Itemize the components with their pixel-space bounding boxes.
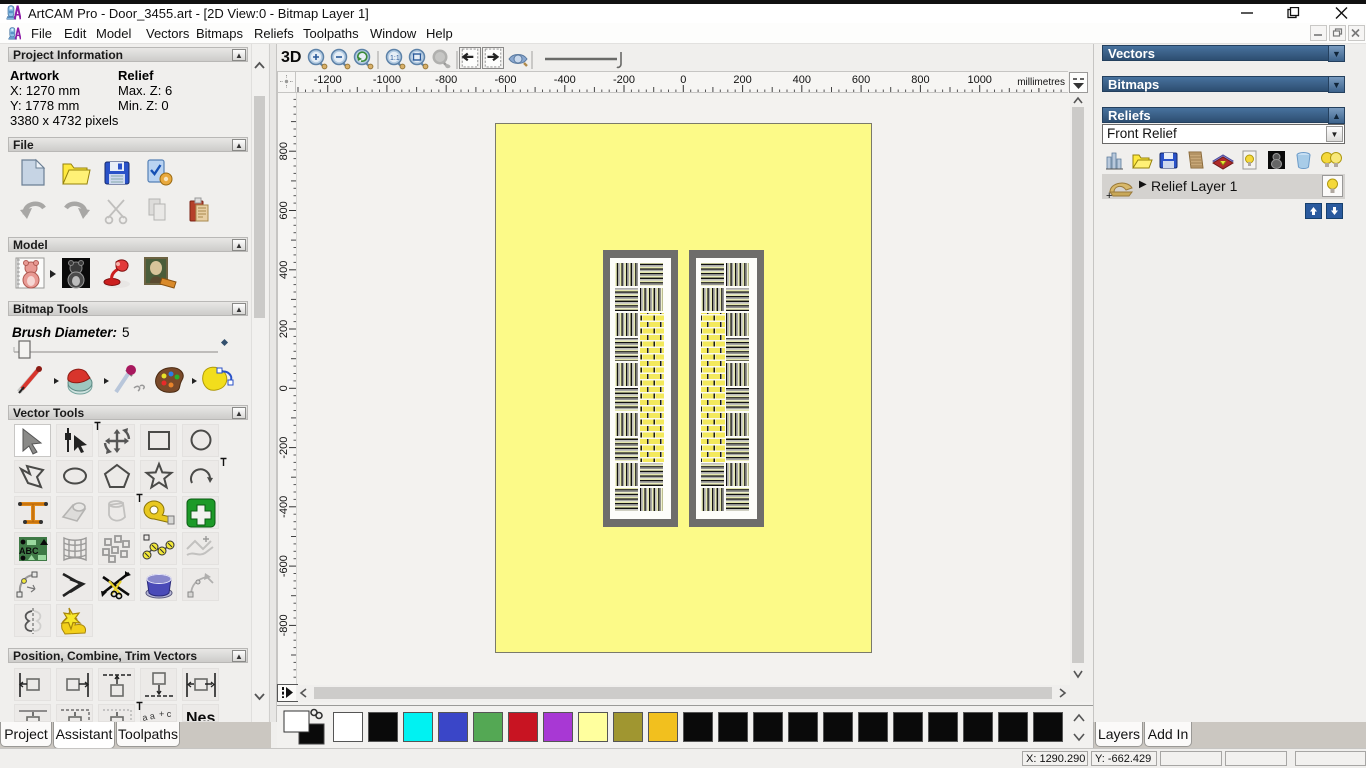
- svg-text:millimetres: millimetres: [1017, 77, 1065, 88]
- svg-text:800: 800: [911, 74, 929, 86]
- svg-text:0: 0: [278, 385, 290, 391]
- svg-text:600: 600: [278, 201, 290, 219]
- svg-text:200: 200: [733, 74, 751, 86]
- svg-text:-400: -400: [554, 74, 576, 86]
- svg-text:ABC: ABC: [19, 546, 39, 556]
- svg-text:1000: 1000: [967, 74, 991, 86]
- svg-text:800: 800: [278, 142, 290, 160]
- svg-text:-800: -800: [278, 614, 290, 636]
- svg-text:400: 400: [793, 74, 811, 86]
- svg-text:0: 0: [680, 74, 686, 86]
- svg-text:+ c: + c: [159, 709, 172, 719]
- svg-text:200: 200: [278, 320, 290, 338]
- svg-text:+: +: [1106, 190, 1112, 200]
- svg-text:1:1: 1:1: [390, 55, 400, 62]
- svg-text:Nes: Nes: [186, 710, 215, 722]
- svg-text:-200: -200: [613, 74, 635, 86]
- svg-text:-600: -600: [278, 555, 290, 577]
- svg-text:-400: -400: [278, 496, 290, 518]
- svg-text:-1000: -1000: [373, 74, 401, 86]
- svg-text:-800: -800: [435, 74, 457, 86]
- svg-text:600: 600: [852, 74, 870, 86]
- svg-text:-1200: -1200: [314, 74, 342, 86]
- svg-text:-600: -600: [494, 74, 516, 86]
- svg-text:-200: -200: [278, 437, 290, 459]
- svg-text:400: 400: [278, 261, 290, 279]
